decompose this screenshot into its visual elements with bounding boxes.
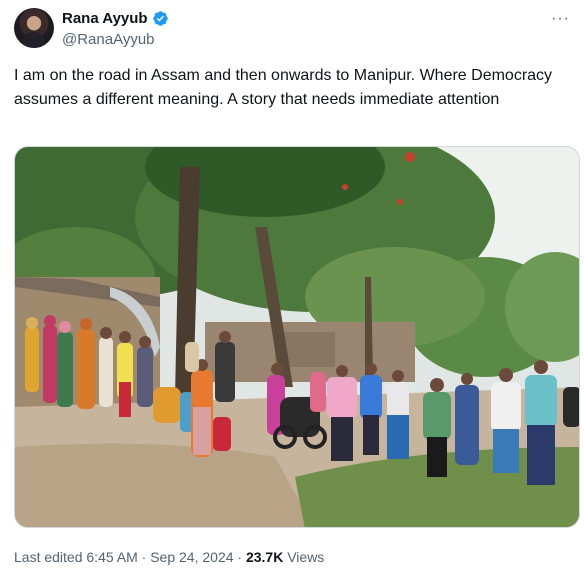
views-count: 23.7K xyxy=(245,549,284,565)
views-label: Views xyxy=(287,549,325,565)
tweet-meta: Last edited 6:45 AM · Sep 24, 2024 · 23.… xyxy=(14,549,324,565)
post-time[interactable]: 6:45 AM xyxy=(86,549,137,565)
author-display-name[interactable]: Rana Ayyub xyxy=(62,10,148,27)
photo-scene xyxy=(15,147,579,527)
more-options-icon[interactable]: ··· xyxy=(551,10,570,28)
author-name-row: Rana Ayyub xyxy=(62,10,169,27)
avatar[interactable] xyxy=(14,8,54,48)
verified-badge-icon[interactable] xyxy=(152,10,169,27)
tweet-header: Rana Ayyub @RanaAyyub ··· xyxy=(14,8,574,50)
meta-separator: · xyxy=(237,549,243,565)
tweet-photo[interactable] xyxy=(14,146,580,528)
post-date[interactable]: Sep 24, 2024 xyxy=(150,549,233,565)
edited-label[interactable]: Last edited xyxy=(14,549,83,565)
tweet-text: I am on the road in Assam and then onwar… xyxy=(14,67,553,108)
author-handle[interactable]: @RanaAyyub xyxy=(62,31,155,48)
meta-separator: · xyxy=(141,549,147,565)
